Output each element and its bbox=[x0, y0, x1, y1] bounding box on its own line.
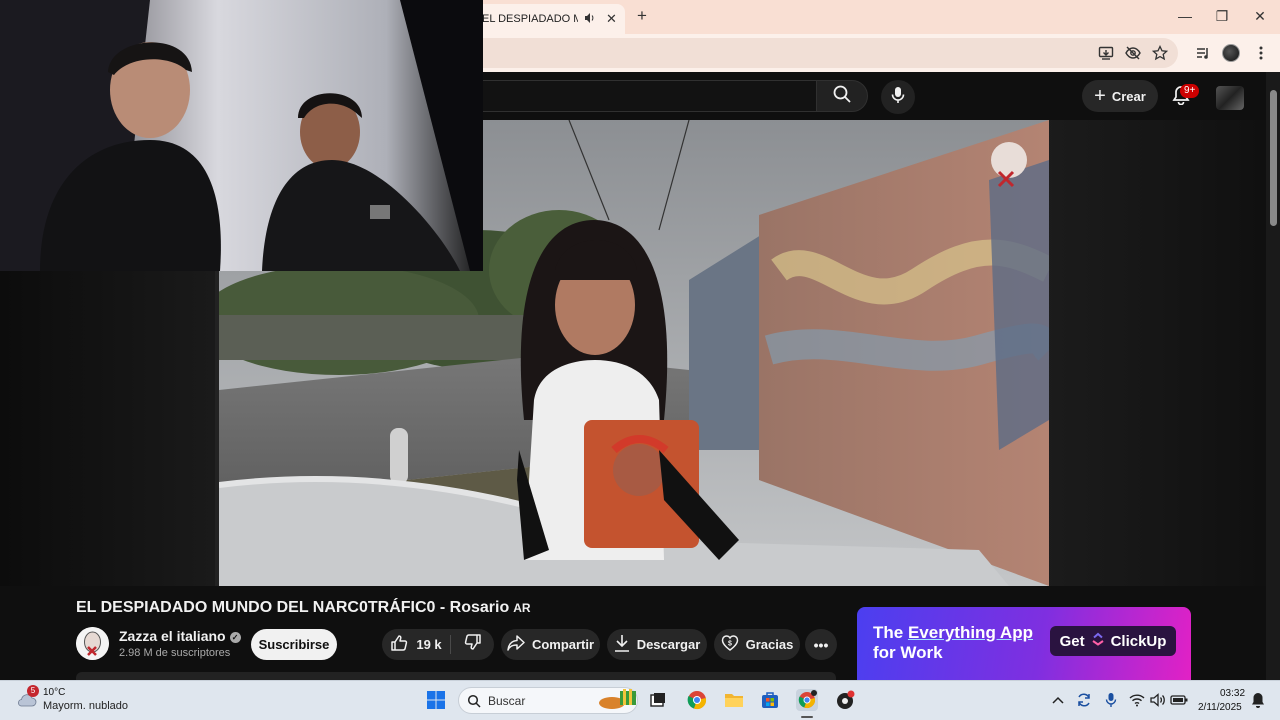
download-label: Descargar bbox=[636, 637, 701, 652]
chrome-icon[interactable] bbox=[685, 688, 709, 712]
like-button[interactable]: 19 k bbox=[382, 629, 450, 660]
description-box-edge bbox=[76, 672, 836, 680]
ad-cta-prefix: Get bbox=[1059, 632, 1085, 650]
close-tab-icon[interactable]: ✕ bbox=[606, 11, 617, 27]
folder-icon[interactable] bbox=[722, 688, 746, 712]
ad-cta-button[interactable]: Get ClickUp bbox=[1050, 626, 1176, 656]
subscribe-button[interactable]: Suscribirse bbox=[251, 629, 337, 660]
download-button[interactable]: Descargar bbox=[607, 629, 707, 660]
share-label: Compartir bbox=[531, 637, 595, 652]
browser-tab-active[interactable]: EL DESPIADADO MUNDO DEL NARC0TRÁFIC0 - R… bbox=[470, 4, 625, 34]
account-avatar[interactable] bbox=[1216, 86, 1244, 110]
thanks-button[interactable]: $ Gracias bbox=[714, 629, 800, 660]
search-input[interactable] bbox=[470, 80, 816, 112]
chevron-up-icon[interactable] bbox=[1046, 688, 1070, 712]
heart-dollar-icon: $ bbox=[721, 635, 739, 654]
verified-check-icon: ✓ bbox=[229, 632, 241, 643]
create-label: Crear bbox=[1111, 88, 1146, 104]
share-icon bbox=[507, 635, 525, 654]
close-window-button[interactable]: ✕ bbox=[1247, 5, 1273, 27]
active-app-indicator bbox=[801, 716, 813, 718]
chrome-active-icon[interactable] bbox=[795, 688, 819, 712]
speaker-icon[interactable] bbox=[584, 12, 596, 27]
ad-headline-prefix: The bbox=[873, 623, 904, 642]
new-tab-button[interactable]: + bbox=[632, 6, 652, 26]
microphone-icon bbox=[891, 86, 905, 109]
battery-icon[interactable] bbox=[1167, 688, 1191, 712]
create-button[interactable]: + Crear bbox=[1082, 80, 1158, 112]
bookmark-star-icon[interactable] bbox=[1149, 42, 1171, 64]
app-icon[interactable] bbox=[833, 688, 857, 712]
windows-start-icon[interactable] bbox=[424, 688, 448, 712]
weather-description[interactable]: Mayorm. nublado bbox=[43, 700, 128, 712]
dislike-button[interactable] bbox=[451, 629, 494, 660]
title-country-suffix: AR bbox=[513, 601, 531, 615]
clock-time[interactable]: 03:32 bbox=[1220, 688, 1245, 699]
webcam-overlay bbox=[0, 0, 483, 271]
voice-search-button[interactable] bbox=[881, 80, 915, 114]
tab-title: EL DESPIADADO MUNDO DEL NARC0TRÁFIC0 - R… bbox=[482, 13, 578, 25]
search-icon bbox=[832, 84, 852, 109]
webcam-image bbox=[0, 0, 483, 271]
channel-name[interactable]: Zazza el italiano ✓ bbox=[119, 628, 241, 644]
page-scrollbar-thumb[interactable] bbox=[1270, 90, 1277, 226]
chrome-menu-icon[interactable] bbox=[1250, 42, 1272, 64]
taskbar-search-label: Buscar bbox=[488, 694, 526, 708]
subscriber-count: 2.98 M de suscriptores bbox=[119, 647, 231, 659]
microphone-tray-icon[interactable] bbox=[1099, 688, 1123, 712]
thumbs-up-icon bbox=[390, 634, 408, 655]
ad-subheadline: for Work bbox=[873, 643, 943, 662]
notification-center-icon[interactable] bbox=[1246, 688, 1270, 712]
clickup-ad[interactable]: The Everything App for Work Get ClickUp bbox=[857, 607, 1191, 680]
search-button[interactable] bbox=[816, 80, 868, 112]
eye-off-icon[interactable] bbox=[1122, 42, 1144, 64]
clock-date[interactable]: 2/11/2025 bbox=[1198, 702, 1242, 713]
restore-button[interactable]: ❐ bbox=[1209, 5, 1235, 27]
media-controls-icon[interactable] bbox=[1192, 42, 1214, 64]
download-icon bbox=[614, 634, 630, 655]
svg-text:$: $ bbox=[728, 641, 732, 648]
taskbar-search-icon bbox=[462, 689, 486, 713]
like-count: 19 k bbox=[416, 637, 442, 652]
task-view-icon[interactable] bbox=[646, 688, 670, 712]
search-highlight-icon bbox=[598, 687, 638, 711]
channel-name-text: Zazza el italiano bbox=[119, 628, 226, 644]
video-title: EL DESPIADADO MUNDO DEL NARC0TRÁFIC0 - R… bbox=[76, 599, 531, 617]
notification-count-badge: 9+ bbox=[1180, 84, 1200, 98]
share-button[interactable]: Compartir bbox=[501, 629, 600, 660]
thumbs-down-icon bbox=[464, 633, 482, 656]
weather-temperature[interactable]: 10°C bbox=[43, 687, 65, 698]
more-actions-button[interactable]: ••• bbox=[805, 629, 837, 660]
plus-icon: + bbox=[1094, 85, 1106, 107]
profile-avatar-icon[interactable] bbox=[1220, 42, 1242, 64]
ad-headline: The Everything App bbox=[873, 623, 1033, 643]
like-dislike-group: 19 k bbox=[382, 629, 494, 660]
store-icon[interactable] bbox=[758, 688, 782, 712]
ad-headline-highlight: Everything App bbox=[907, 623, 1033, 642]
sync-icon[interactable] bbox=[1072, 688, 1096, 712]
thanks-label: Gracias bbox=[745, 637, 794, 652]
minimize-button[interactable]: — bbox=[1172, 5, 1198, 27]
ad-cta-brand: ClickUp bbox=[1110, 632, 1167, 650]
channel-avatar[interactable] bbox=[76, 627, 109, 660]
install-app-icon[interactable] bbox=[1095, 42, 1117, 64]
address-bar[interactable] bbox=[460, 38, 1178, 68]
clickup-logo-icon bbox=[1091, 632, 1105, 650]
video-title-text: EL DESPIADADO MUNDO DEL NARC0TRÁFIC0 - R… bbox=[76, 599, 510, 616]
weather-alert-badge: 5 bbox=[27, 685, 39, 697]
